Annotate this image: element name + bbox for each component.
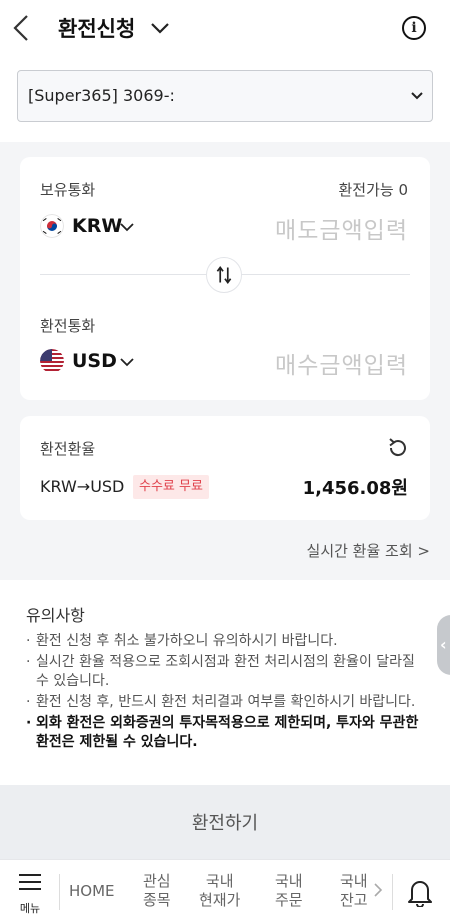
bell-icon[interactable]	[406, 877, 434, 907]
tab-divider	[59, 874, 60, 910]
notice-title: 유의사항	[26, 606, 85, 625]
korea-flag-icon	[40, 214, 64, 238]
sell-amount-input[interactable]: 매도금액입력	[275, 211, 408, 245]
info-icon[interactable]: i	[402, 16, 426, 40]
notice-section: 유의사항 환전 신청 후 취소 불가하오니 유의하시기 바랍니다. 실시간 환율…	[0, 580, 450, 785]
account-select[interactable]: [Super365] 3069-:	[17, 70, 433, 122]
notice-item: 환전 신청 후 취소 불가하오니 유의하시기 바랍니다.	[26, 632, 422, 651]
notice-item: 환전 신청 후, 반드시 환전 처리결과 여부를 확인하시기 바랍니다.	[26, 693, 422, 712]
account-select-value: [Super365] 3069-:	[28, 86, 175, 105]
exchange-rate-label: 환전환율	[40, 440, 96, 458]
chevron-down-icon	[120, 223, 134, 232]
side-panel-handle[interactable]: ‹	[437, 615, 450, 675]
tab-domestic-order[interactable]: 국내 주문	[275, 872, 303, 910]
from-currency-label: 보유통화	[40, 181, 96, 199]
exchange-card: 보유통화 환전가능 0 KRW 매도금액입력 환전통화 USD 매수금액입력	[20, 157, 430, 400]
chevron-down-icon	[411, 92, 423, 100]
tab-label: 종목	[143, 891, 171, 909]
to-currency-label: 환전통화	[40, 317, 96, 335]
currency-pair: KRW→USD	[40, 477, 125, 496]
exchange-submit-button[interactable]: 환전하기	[0, 785, 450, 859]
account-section: [Super365] 3069-:	[0, 56, 450, 142]
tab-label: 국내	[275, 872, 303, 890]
tab-label: 현재가	[199, 891, 241, 909]
available-amount: 환전가능 0	[338, 181, 408, 199]
chevron-right-icon[interactable]	[373, 882, 383, 898]
notice-item-important: 외화 환전은 외화증권의 투자목적용으로 제한되며, 투자와 무관한 환전은 제…	[26, 714, 422, 752]
tab-label: 잔고	[340, 891, 368, 909]
chevron-down-icon	[120, 358, 134, 367]
exchange-rate-value: 1,456.08원	[302, 478, 408, 499]
notice-item: 실시간 환율 적용으로 조회시점과 환전 처리시점의 환율이 달라질 수 있습니…	[26, 653, 422, 691]
chevron-down-icon[interactable]	[150, 20, 170, 36]
refresh-icon[interactable]	[386, 436, 410, 460]
bottom-tab-bar: 메뉴 HOME 관심 종목 국내 현재가 국내 주문 국내 잔고	[0, 859, 450, 923]
tab-domestic-balance[interactable]: 국내 잔고	[340, 872, 368, 910]
hamburger-menu-icon	[19, 874, 41, 890]
realtime-rate-link[interactable]: 실시간 환율 조회 >	[307, 540, 430, 561]
tab-domestic-price[interactable]: 국내 현재가	[199, 872, 240, 910]
chevron-left-icon: ‹	[440, 635, 447, 654]
page-title[interactable]: 환전신청	[58, 13, 135, 43]
notice-list: 환전 신청 후 취소 불가하오니 유의하시기 바랍니다. 실시간 환율 적용으로…	[26, 632, 422, 754]
usa-flag-icon	[40, 349, 64, 373]
to-currency-code: USD	[72, 350, 117, 372]
tab-divider	[392, 874, 393, 910]
menu-label: 메뉴	[19, 902, 41, 915]
swap-icon[interactable]	[206, 257, 242, 293]
from-currency-code: KRW	[72, 215, 123, 237]
tab-label: 주문	[275, 891, 303, 909]
fee-free-badge: 수수료 무료	[133, 475, 209, 499]
buy-amount-input[interactable]: 매수금액입력	[275, 346, 408, 380]
app-header: 환전신청 i	[0, 0, 450, 56]
tab-watchlist[interactable]: 관심 종목	[143, 872, 171, 910]
back-arrow-icon[interactable]	[10, 14, 34, 42]
exchange-rate-card: 환전환율 KRW→USD 수수료 무료 1,456.08원	[20, 416, 430, 520]
tab-label: 관심	[143, 872, 171, 890]
tab-label: 국내	[205, 872, 234, 890]
menu-button[interactable]: 메뉴	[12, 872, 48, 916]
tab-home[interactable]: HOME	[69, 882, 115, 901]
tab-label: 국내	[340, 872, 368, 890]
